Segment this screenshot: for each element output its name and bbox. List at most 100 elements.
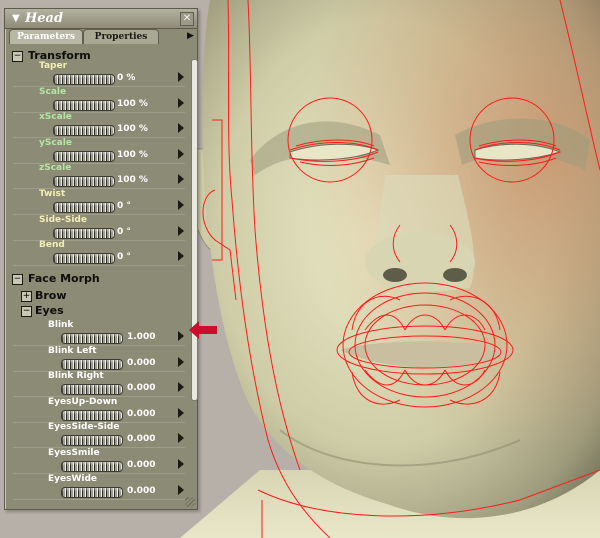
param-value[interactable]: 0.000 (127, 486, 155, 497)
minus-box-icon[interactable]: − (21, 306, 32, 317)
plus-box-icon[interactable]: + (21, 291, 32, 302)
param-value[interactable]: 100 % (117, 175, 148, 186)
param-label: xScale (39, 112, 72, 123)
right-nostril (443, 268, 467, 282)
triangle-right-icon[interactable]: ▶ (187, 31, 194, 41)
param-blink-right: Blink Right 0.000 (48, 371, 185, 397)
param-side-side: Side-Side 0 ° (39, 214, 185, 241)
triangle-right-icon[interactable] (177, 225, 185, 237)
param-label: EyesWide (48, 473, 98, 484)
param-value[interactable]: 0.000 (127, 358, 155, 369)
minus-box-icon[interactable]: − (12, 274, 23, 285)
param-zscale: zScale 100 % (39, 163, 185, 189)
close-button[interactable]: ✕ (180, 12, 194, 26)
param-value[interactable]: 0.000 (127, 409, 155, 420)
triangle-down-icon[interactable]: ▼ (12, 13, 20, 24)
group-label: Brow (35, 289, 67, 302)
palette-titlebar[interactable]: ▼ Head ✕ (5, 9, 197, 29)
param-label: Blink (48, 320, 74, 330)
param-dial[interactable] (61, 409, 123, 421)
param-label: yScale (39, 137, 72, 148)
vertical-scrollbar[interactable] (190, 57, 198, 502)
param-dial[interactable] (53, 150, 115, 162)
param-eyesup-down: EyesUp-Down 0.000 (48, 396, 185, 423)
param-value[interactable]: 100 % (117, 150, 148, 161)
group-face-morph[interactable]: − Face Morph (12, 272, 185, 286)
triangle-right-icon[interactable] (177, 199, 185, 211)
param-value[interactable]: 1.000 (127, 332, 155, 343)
param-value[interactable]: 0 ° (117, 201, 131, 212)
palette-title: Head (25, 11, 64, 26)
param-label: Side-Side (39, 214, 87, 225)
param-value[interactable]: 100 % (117, 99, 148, 110)
param-value[interactable]: 0 ° (117, 227, 131, 238)
triangle-right-icon[interactable] (177, 173, 185, 185)
param-dial[interactable] (61, 461, 123, 472)
param-bend: Bend 0 ° (39, 240, 185, 266)
divider (13, 265, 185, 267)
param-dial[interactable] (53, 125, 115, 137)
tab-properties[interactable]: Properties (83, 29, 159, 44)
param-label: EyesSmile (48, 448, 100, 458)
param-label: Scale (39, 86, 67, 97)
param-dial[interactable] (53, 176, 115, 188)
param-scale: Scale 100 % (39, 86, 185, 113)
param-value[interactable]: 0.000 (127, 383, 155, 394)
parameter-list: − Transform Taper 0 % Scale 100 % xScale 100 % y… (5, 45, 189, 507)
param-label: Blink Left (48, 345, 97, 356)
param-dial[interactable] (53, 202, 115, 213)
param-dial[interactable] (53, 227, 115, 239)
param-yscale: yScale 100 % (39, 137, 185, 164)
param-label: Taper (39, 61, 68, 71)
param-value[interactable]: 0.000 (127, 434, 155, 445)
param-dial[interactable] (61, 384, 123, 396)
param-eyessmile: EyesSmile 0.000 (48, 448, 185, 474)
triangle-right-icon[interactable] (177, 484, 185, 496)
triangle-right-icon[interactable] (177, 330, 185, 342)
triangle-right-icon[interactable] (177, 356, 185, 368)
palette-tabs: Parameters Properties ▶ (5, 29, 197, 44)
param-dial[interactable] (61, 435, 123, 447)
param-label: EyesSide-Side (48, 422, 120, 433)
param-twist: Twist 0 ° (39, 189, 185, 215)
param-value[interactable]: 0 % (117, 73, 135, 84)
param-dial[interactable] (61, 486, 123, 498)
triangle-right-icon[interactable] (177, 71, 185, 83)
red-arrow-icon (189, 321, 217, 339)
param-label: Blink Right (48, 371, 104, 382)
parameters-palette: ▼ Head ✕ Parameters Properties ▶ − Transf… (4, 8, 198, 510)
param-value[interactable]: 0.000 (127, 460, 155, 471)
triangle-right-icon[interactable] (177, 407, 185, 419)
param-value[interactable]: 0 ° (117, 252, 131, 263)
group-label: Face Morph (28, 272, 100, 285)
close-icon: ✕ (182, 13, 192, 24)
param-dial[interactable] (61, 358, 123, 370)
param-label: EyesUp-Down (48, 396, 118, 407)
triangle-right-icon[interactable] (177, 432, 185, 444)
param-label: Bend (39, 240, 65, 251)
param-blink: Blink 1.000 (48, 320, 185, 346)
divider (13, 498, 185, 500)
param-value[interactable]: 100 % (117, 124, 148, 135)
param-dial[interactable] (53, 99, 115, 111)
triangle-right-icon[interactable] (177, 250, 185, 262)
param-label: zScale (39, 163, 72, 174)
triangle-right-icon[interactable] (177, 148, 185, 160)
triangle-right-icon[interactable] (177, 97, 185, 109)
tab-parameters[interactable]: Parameters (9, 29, 83, 44)
param-eyesside-side: EyesSide-Side 0.000 (48, 422, 185, 448)
minus-box-icon[interactable]: − (12, 51, 23, 62)
param-eyeswide: EyesWide 0.000 (48, 473, 185, 500)
group-brow[interactable]: + Brow (21, 289, 185, 303)
param-dial[interactable] (53, 74, 115, 85)
resize-grip-icon[interactable] (185, 497, 195, 507)
param-dial[interactable] (61, 333, 123, 344)
triangle-right-icon[interactable] (177, 122, 185, 134)
group-eyes[interactable]: − Eyes (21, 304, 185, 318)
scroll-thumb[interactable] (191, 59, 198, 401)
triangle-right-icon[interactable] (177, 458, 185, 470)
param-dial[interactable] (53, 253, 115, 265)
triangle-right-icon[interactable] (177, 381, 185, 393)
param-blink-left: Blink Left 0.000 (48, 345, 185, 372)
param-label: Twist (39, 189, 66, 199)
